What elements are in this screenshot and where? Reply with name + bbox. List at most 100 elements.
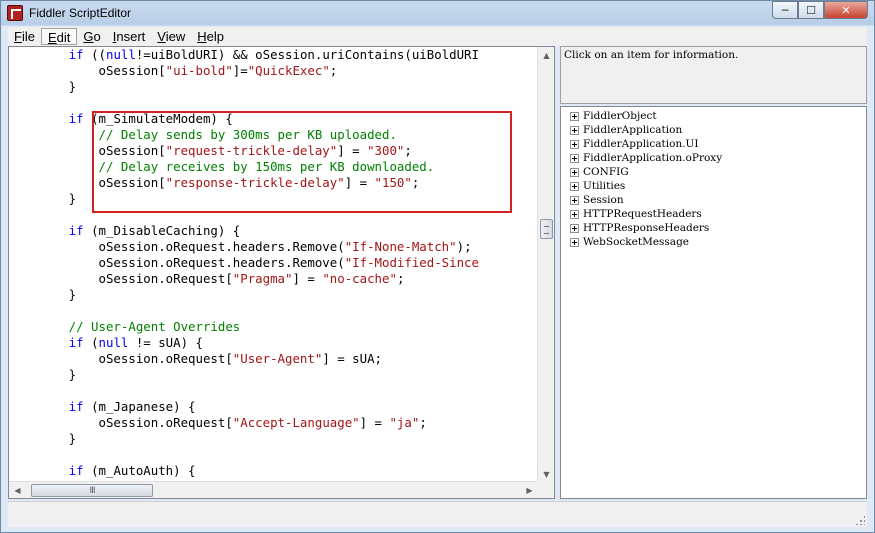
string-token: "ui-bold" — [165, 63, 233, 78]
keyword-token: null — [98, 335, 129, 350]
code-line: oSession.oRequest["User-Agent"] = sUA; — [9, 351, 383, 367]
expand-plus-icon[interactable] — [570, 209, 579, 219]
keyword-token: if — [9, 111, 92, 126]
horizontal-scrollbar[interactable]: ◀ III ▶ — [9, 481, 538, 498]
tree-item[interactable]: FiddlerApplication.UI — [561, 137, 866, 151]
code-line: } — [9, 367, 76, 383]
tree-item[interactable]: Utilities — [561, 179, 866, 193]
code-token: } — [9, 79, 77, 94]
code-token: oSession[ — [9, 63, 166, 78]
code-line: oSession["ui-bold"]="QuickExec"; — [9, 63, 338, 79]
keyword-token: if — [9, 223, 92, 238]
tree-item[interactable]: WebSocketMessage — [561, 235, 866, 249]
window-controls: ─ ☐ ✕ — [772, 1, 868, 19]
code-token: ; — [419, 415, 427, 430]
menu-label-rest: ile — [21, 29, 35, 44]
close-button[interactable]: ✕ — [824, 1, 868, 19]
expand-plus-icon[interactable] — [570, 237, 579, 247]
menu-help[interactable]: Help — [191, 28, 230, 45]
vertical-scrollbar[interactable]: ▲ ▼ — [537, 47, 554, 483]
menu-accelerator: F — [14, 29, 22, 44]
code-token: oSession.oRequest.headers.Remove( — [9, 239, 345, 254]
menu-edit[interactable]: Edit — [40, 28, 78, 45]
string-token: "Pragma" — [232, 271, 293, 286]
menu-label-rest: dit — [56, 30, 71, 45]
tree-item-label: WebSocketMessage — [583, 236, 689, 248]
tree-item[interactable]: FiddlerObject — [561, 109, 866, 123]
code-line: if (null != sUA) { — [9, 335, 203, 351]
code-token: ; — [329, 63, 338, 78]
title-bar[interactable]: Fiddler ScriptEditor ─ ☐ ✕ — [1, 1, 874, 25]
comment-token: // User-Agent Overrides — [9, 319, 241, 334]
scroll-right-arrow-icon[interactable]: ▶ — [521, 482, 538, 499]
string-token: "If-Modified-Since — [344, 255, 479, 270]
tree-item-label: Utilities — [583, 180, 626, 192]
expand-plus-icon[interactable] — [570, 153, 579, 163]
code-line: oSession.oRequest.headers.Remove("If-Mod… — [9, 255, 479, 271]
keyword-token: null — [105, 47, 136, 62]
tree-item-label: HTTPResponseHeaders — [583, 222, 710, 234]
tree-item-label: Session — [583, 194, 624, 206]
vertical-scroll-thumb[interactable] — [540, 219, 553, 239]
expand-plus-icon[interactable] — [570, 195, 579, 205]
code-token: oSession.oRequest[ — [9, 415, 233, 430]
expand-plus-icon[interactable] — [570, 223, 579, 233]
tree-item[interactable]: HTTPRequestHeaders — [561, 207, 866, 221]
code-line: if (m_Japanese) { — [9, 399, 196, 415]
maximize-button[interactable]: ☐ — [798, 1, 824, 19]
menu-label-rest: o — [93, 29, 101, 44]
code-editor[interactable]: if ((null!=uiBoldURI) && oSession.uriCon… — [8, 46, 555, 499]
scroll-left-arrow-icon[interactable]: ◀ — [9, 482, 26, 499]
tree-item[interactable]: FiddlerApplication — [561, 123, 866, 137]
code-token: ; — [396, 271, 405, 286]
code-token: ( — [91, 335, 99, 350]
scroll-up-arrow-icon[interactable]: ▲ — [538, 47, 555, 64]
menu-go[interactable]: Go — [77, 28, 106, 45]
keyword-token: if — [9, 47, 92, 62]
code-line: if (m_DisableCaching) { — [9, 223, 241, 239]
tree-item-label: CONFIG — [583, 166, 629, 178]
expand-plus-icon[interactable] — [570, 167, 579, 177]
code-token: } — [9, 191, 77, 206]
code-token: oSession.oRequest[ — [9, 271, 233, 286]
menu-label-rest: nsert — [116, 29, 146, 44]
tree-item[interactable]: Session — [561, 193, 866, 207]
code-token: (m_DisableCaching) { — [91, 223, 241, 238]
code-line: } — [9, 79, 76, 95]
expand-plus-icon[interactable] — [570, 125, 579, 135]
menu-accelerator: E — [47, 30, 57, 45]
menu-insert[interactable]: Insert — [107, 28, 152, 45]
expand-plus-icon[interactable] — [570, 111, 579, 121]
minimize-button[interactable]: ─ — [772, 1, 798, 19]
code-token: oSession.oRequest[ — [9, 351, 233, 366]
menu-accelerator: H — [197, 29, 207, 44]
class-explorer-tree[interactable]: FiddlerObject FiddlerApplication FiddlerAp… — [560, 106, 867, 499]
code-token: ); — [456, 239, 472, 254]
resize-grip-icon[interactable] — [855, 515, 865, 525]
horizontal-scroll-thumb[interactable]: III — [31, 484, 153, 497]
code-line: if (m_AutoAuth) { — [9, 463, 196, 479]
menu-view[interactable]: View — [151, 28, 191, 45]
tree-item[interactable]: CONFIG — [561, 165, 866, 179]
code-token: } — [9, 287, 77, 302]
menu-file[interactable]: File — [8, 28, 41, 45]
expand-plus-icon[interactable] — [570, 181, 579, 191]
string-token: "ja" — [389, 415, 420, 430]
string-token: "no-cache" — [322, 271, 397, 286]
menu-label-rest: elp — [206, 29, 224, 44]
code-line: oSession.oRequest["Accept-Language"] = "… — [9, 415, 427, 431]
tree-item[interactable]: HTTPResponseHeaders — [561, 221, 866, 235]
keyword-token: if — [9, 399, 92, 414]
menu-accelerator: G — [83, 29, 94, 44]
code-token: } — [9, 367, 77, 382]
script-editor-window: Fiddler ScriptEditor ─ ☐ ✕ File Edit Go Ins… — [0, 0, 875, 533]
code-line: } — [9, 431, 76, 447]
code-token: (( — [91, 47, 106, 62]
fiddler-app-icon — [7, 5, 23, 21]
tree-item[interactable]: FiddlerApplication.oProxy — [561, 151, 866, 165]
menu-bar: File Edit Go Insert View Help — [8, 27, 867, 46]
code-line: } — [9, 287, 76, 303]
tree-item-label: FiddlerApplication.UI — [583, 138, 699, 150]
expand-plus-icon[interactable] — [570, 139, 579, 149]
code-line: oSession.oRequest.headers.Remove("If-Non… — [9, 239, 472, 255]
